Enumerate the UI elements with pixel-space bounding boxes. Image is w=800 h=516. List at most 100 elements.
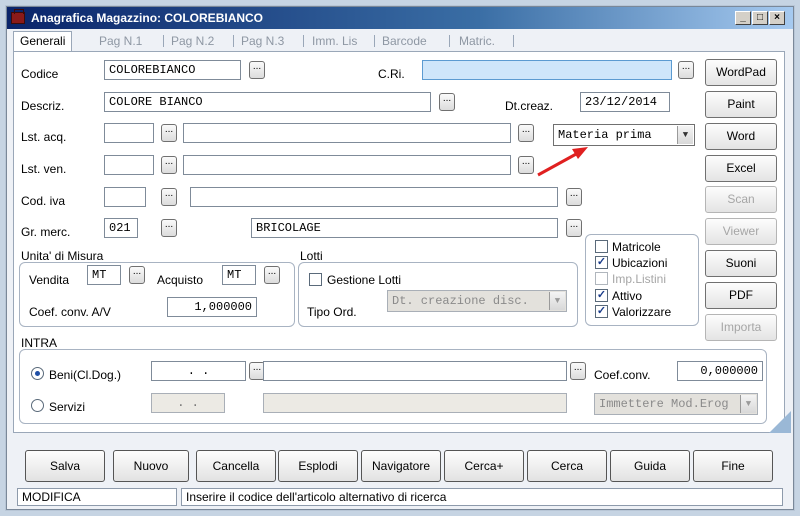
lstacq-desc-field[interactable] xyxy=(183,123,511,143)
lstven-label: Lst. ven. xyxy=(21,162,67,176)
descriz-lookup-button[interactable]: ... xyxy=(439,93,455,111)
chevron-down-icon[interactable]: ▼ xyxy=(740,395,756,413)
imp-listini-checkbox[interactable] xyxy=(595,272,608,285)
codiva-lookup-button[interactable]: ... xyxy=(161,188,177,206)
tab-imm-lis[interactable]: Imm. Lis xyxy=(312,34,357,50)
paint-button[interactable]: Paint xyxy=(705,91,777,118)
servizi-label: Servizi xyxy=(49,400,86,414)
lstven-desc-field[interactable] xyxy=(183,155,511,175)
cerca-button[interactable]: Cerca xyxy=(527,450,607,482)
tab-pag-n3[interactable]: Pag N.3 xyxy=(241,34,284,50)
dtcreaz-field[interactable]: 23/12/2014 xyxy=(580,92,670,112)
viewer-button[interactable]: Viewer xyxy=(705,218,777,245)
navigatore-button[interactable]: Navigatore xyxy=(361,450,441,482)
intra-coef-field[interactable]: 0,000000 xyxy=(677,361,763,381)
lstven-lookup-button[interactable]: ... xyxy=(161,156,177,174)
ubicazioni-checkbox[interactable]: ✓ xyxy=(595,256,608,269)
guida-button[interactable]: Guida xyxy=(610,450,690,482)
tipo-articolo-value: Materia prima xyxy=(558,128,652,142)
imp-listini-label: Imp.Listini xyxy=(612,272,667,286)
app-briefcase-icon xyxy=(11,9,25,24)
tab-matric[interactable]: Matric. xyxy=(459,34,495,50)
tab-separator xyxy=(374,35,375,47)
dtcreaz-label: Dt.creaz. xyxy=(505,99,554,113)
tab-barcode[interactable]: Barcode xyxy=(382,34,427,50)
servizi-radio[interactable] xyxy=(31,399,44,412)
lotti-group-title: Lotti xyxy=(300,249,323,263)
close-button[interactable]: × xyxy=(769,11,785,25)
acquisto-label: Acquisto xyxy=(157,273,204,287)
grmerc-code-field[interactable]: 021 xyxy=(104,218,138,238)
beni-desc-lookup-button[interactable]: ... xyxy=(570,362,586,380)
cri-label: C.Ri. xyxy=(378,67,405,81)
scan-button[interactable]: Scan xyxy=(705,186,777,213)
matricole-label: Matricole xyxy=(612,240,661,254)
beni-radio[interactable] xyxy=(31,367,44,380)
cancella-button[interactable]: Cancella xyxy=(196,450,276,482)
servizi-desc-field[interactable] xyxy=(263,393,567,413)
cerca-plus-button[interactable]: Cerca+ xyxy=(444,450,524,482)
lstacq-code-field[interactable] xyxy=(104,123,154,143)
chevron-down-icon[interactable]: ▼ xyxy=(549,292,565,310)
lstacq-lookup-button[interactable]: ... xyxy=(161,124,177,142)
descriz-field[interactable]: COLORE BIANCO xyxy=(104,92,431,112)
descriz-label: Descriz. xyxy=(21,99,65,113)
grmerc-desc-lookup-button[interactable]: ... xyxy=(566,219,582,237)
beni-code-field[interactable]: . . xyxy=(151,361,246,381)
annotation-arrow-icon xyxy=(537,147,588,177)
grmerc-lookup-button[interactable]: ... xyxy=(161,219,177,237)
pdf-button[interactable]: PDF xyxy=(705,282,777,309)
minimize-button[interactable]: _ xyxy=(735,11,751,25)
intra-group-title: INTRA xyxy=(21,336,57,350)
tab-separator xyxy=(449,35,450,47)
vendita-field[interactable]: MT xyxy=(87,265,121,285)
beni-desc-field[interactable] xyxy=(263,361,567,381)
chevron-down-icon[interactable]: ▼ xyxy=(677,126,693,144)
cri-lookup-button[interactable]: ... xyxy=(678,61,694,79)
cri-field[interactable] xyxy=(422,60,672,80)
attivo-label: Attivo xyxy=(612,289,643,303)
excel-button[interactable]: Excel xyxy=(705,155,777,182)
tipo-ord-combo[interactable]: Dt. creazione disc. ▼ xyxy=(387,290,567,312)
grmerc-desc-field[interactable]: BRICOLAGE xyxy=(251,218,558,238)
servizi-code-field[interactable]: . . xyxy=(151,393,225,413)
acquisto-field[interactable]: MT xyxy=(222,265,256,285)
importa-button[interactable]: Importa xyxy=(705,314,777,341)
esplodi-button[interactable]: Esplodi xyxy=(278,450,358,482)
tipo-ord-label: Tipo Ord. xyxy=(307,305,357,319)
gestione-lotti-checkbox[interactable] xyxy=(309,273,322,286)
tab-separator xyxy=(233,35,234,47)
status-mode: MODIFICA xyxy=(17,488,177,506)
word-button[interactable]: Word xyxy=(705,123,777,150)
vendita-lookup-button[interactable]: ... xyxy=(129,266,145,284)
tab-pag-n1[interactable]: Pag N.1 xyxy=(99,34,142,50)
salva-button[interactable]: Salva xyxy=(25,450,105,482)
codiva-code-field[interactable] xyxy=(104,187,146,207)
ubicazioni-label: Ubicazioni xyxy=(612,256,668,270)
title-bar[interactable]: Anagrafica Magazzino: COLOREBIANCO _ □ × xyxy=(7,7,793,29)
codiva-label: Cod. iva xyxy=(21,194,66,208)
tab-separator xyxy=(513,35,514,47)
codiva-desc-lookup-button[interactable]: ... xyxy=(566,188,582,206)
suoni-button[interactable]: Suoni xyxy=(705,250,777,277)
codiva-desc-field[interactable] xyxy=(190,187,558,207)
nuovo-button[interactable]: Nuovo xyxy=(113,450,189,482)
codice-field[interactable]: COLOREBIANCO xyxy=(104,60,241,80)
maximize-button[interactable]: □ xyxy=(752,11,768,25)
acquisto-lookup-button[interactable]: ... xyxy=(264,266,280,284)
fine-button[interactable]: Fine xyxy=(693,450,773,482)
lstven-code-field[interactable] xyxy=(104,155,154,175)
tab-pag-n2[interactable]: Pag N.2 xyxy=(171,34,214,50)
tab-generali[interactable]: Generali xyxy=(13,31,73,51)
valorizzare-checkbox[interactable]: ✓ xyxy=(595,305,608,318)
codice-lookup-button[interactable]: ... xyxy=(249,61,265,79)
resize-corner-icon[interactable] xyxy=(769,411,791,433)
valorizzare-label: Valorizzare xyxy=(612,305,672,319)
attivo-checkbox[interactable]: ✓ xyxy=(595,289,608,302)
matricole-checkbox[interactable] xyxy=(595,240,608,253)
wordpad-button[interactable]: WordPad xyxy=(705,59,777,86)
mod-erog-combo[interactable]: Immettere Mod.Erog ▼ xyxy=(594,393,758,415)
coef-conv-av-field[interactable]: 1,000000 xyxy=(167,297,257,317)
lstacq-desc-lookup-button[interactable]: ... xyxy=(518,124,534,142)
vendita-label: Vendita xyxy=(29,273,70,287)
